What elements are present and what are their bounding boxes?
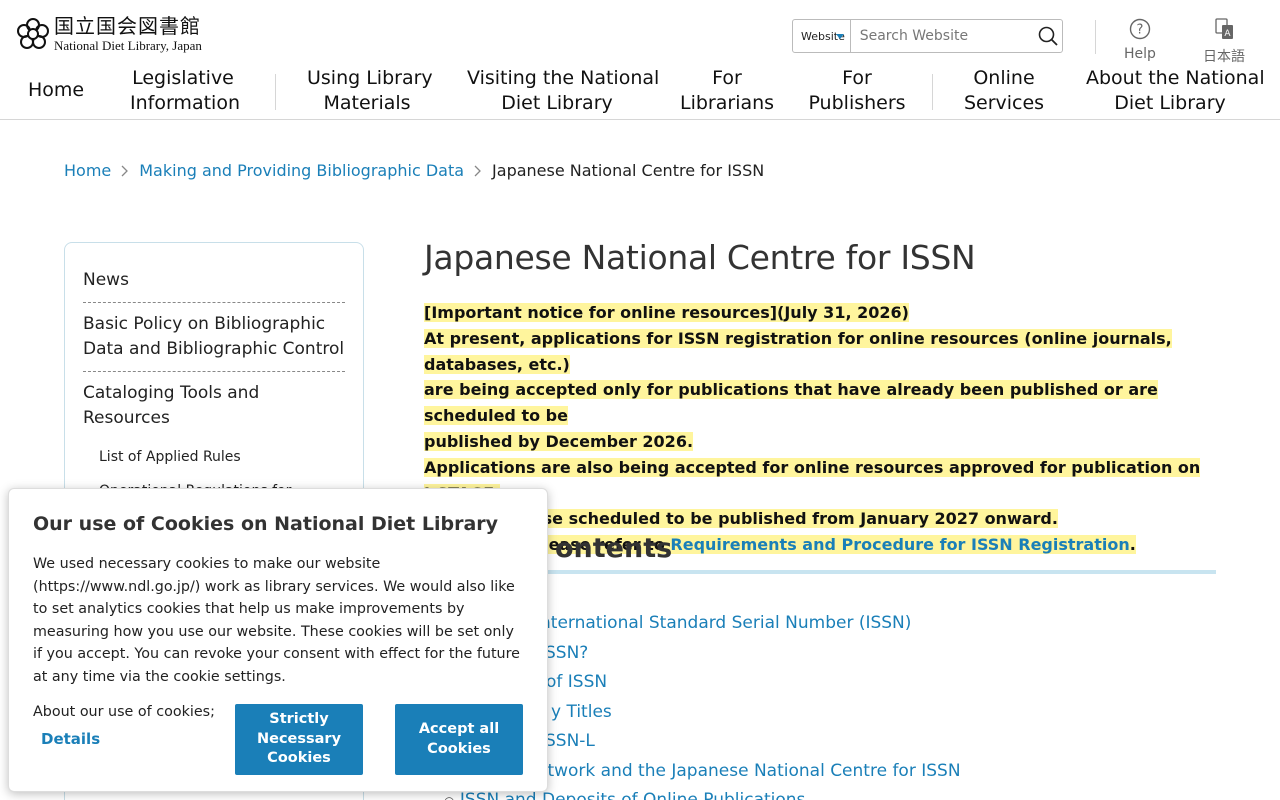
gnav-label: Using Library	[307, 67, 433, 89]
gnav-home[interactable]: Home	[28, 78, 84, 103]
page-title: Japanese National Centre for ISSN	[424, 238, 976, 277]
notice-line: At present, applications for ISSN regist…	[424, 328, 1172, 374]
gnav-divider	[275, 74, 276, 110]
gnav-label: Services	[963, 92, 1045, 114]
logo-japanese-text: 国立国会図書館	[54, 14, 201, 38]
search-scope-select[interactable]: Website	[793, 20, 851, 52]
gnav-legislative-information[interactable]: Legislative Information	[130, 66, 240, 116]
sidebar-item-basic-policy[interactable]: Basic Policy on Bibliographic Data and B…	[83, 303, 345, 372]
breadcrumb-home-link[interactable]: Home	[64, 161, 111, 180]
gnav-for-librarians[interactable]: For Librarians	[680, 66, 774, 116]
svg-text:?: ?	[1137, 23, 1144, 38]
svg-text:A: A	[1224, 29, 1231, 39]
gnav-label: For	[712, 67, 742, 89]
sidebar-subitem-applied-rules[interactable]: List of Applied Rules	[83, 440, 345, 474]
gnav-using-library-materials[interactable]: Using Library Materials	[307, 66, 433, 116]
notice-line: are being accepted only for publications…	[424, 380, 1158, 426]
help-link[interactable]: ? Help	[1110, 18, 1170, 62]
notice-line: published by December 2026.	[424, 431, 694, 451]
breadcrumb: Home Making and Providing Bibliographic …	[64, 161, 764, 180]
gnav-label: Librarians	[680, 92, 775, 114]
gnav-label: Online	[973, 67, 1035, 89]
gnav-label: Legislative	[132, 67, 234, 89]
chevron-right-icon	[474, 165, 482, 177]
breadcrumb-parent-link[interactable]: Making and Providing Bibliographic Data	[139, 161, 464, 180]
search-icon	[1038, 26, 1058, 46]
gnav-label: Information	[130, 92, 240, 114]
gnav-about-ndl[interactable]: About the National Diet Library	[1086, 66, 1265, 116]
gnav-label: Visiting the National	[467, 67, 660, 89]
language-label: 日本語	[1203, 49, 1245, 65]
sidebar-item-cataloging-tools[interactable]: Cataloging Tools and Resources	[83, 372, 345, 440]
gnav-for-publishers[interactable]: For Publishers	[808, 66, 906, 116]
gnav-label: About the National	[1086, 67, 1265, 89]
search-input[interactable]	[850, 20, 1034, 52]
gnav-label: Diet Library	[501, 92, 613, 114]
logo-english-text: National Diet Library, Japan	[54, 38, 202, 53]
gnav-divider	[932, 74, 933, 110]
sidebar-item-news[interactable]: News	[83, 259, 345, 303]
gnav-label: For	[842, 67, 872, 89]
site-logo[interactable]: 国立国会図書館 National Diet Library, Japan	[16, 16, 202, 52]
notice-line: [Important notice for online resources](…	[424, 303, 909, 322]
breadcrumb-current: Japanese National Centre for ISSN	[492, 161, 765, 180]
gnav-label: Diet Library	[1114, 92, 1226, 114]
bullet-icon: ○	[444, 794, 454, 800]
language-switch-link[interactable]: A 日本語	[1194, 18, 1254, 66]
cookie-dialog-text: We used necessary cookies to make our we…	[33, 556, 520, 685]
help-icon: ?	[1129, 18, 1151, 40]
chrysanthemum-emblem-icon	[17, 18, 49, 49]
gnav-online-services[interactable]: Online Services	[962, 66, 1046, 116]
cookie-details-link[interactable]: Details	[41, 730, 100, 748]
site-header: 国立国会図書館 National Diet Library, Japan Web…	[0, 0, 1280, 120]
caret-down-icon	[835, 34, 844, 39]
gnav-visiting-ndl[interactable]: Visiting the National Diet Library	[467, 66, 660, 116]
accept-all-cookies-button[interactable]: Accept all Cookies	[395, 704, 523, 775]
strictly-necessary-cookies-button[interactable]: Strictly Necessary Cookies	[235, 704, 363, 775]
gnav-label: Materials	[323, 92, 411, 114]
site-search: Website	[792, 19, 1063, 53]
header-divider	[1095, 20, 1096, 54]
gnav-label: Home	[28, 79, 85, 101]
global-navigation: Home Legislative Information Using Libra…	[0, 66, 1280, 120]
search-button[interactable]	[1034, 20, 1062, 52]
cookie-dialog-title: Our use of Cookies on National Diet Libr…	[33, 513, 499, 535]
language-icon: A	[1215, 18, 1233, 39]
chevron-right-icon	[121, 165, 129, 177]
cookie-consent-dialog: Our use of Cookies on National Diet Libr…	[8, 488, 548, 792]
gnav-label: Publishers	[808, 92, 906, 114]
help-label: Help	[1124, 46, 1156, 62]
